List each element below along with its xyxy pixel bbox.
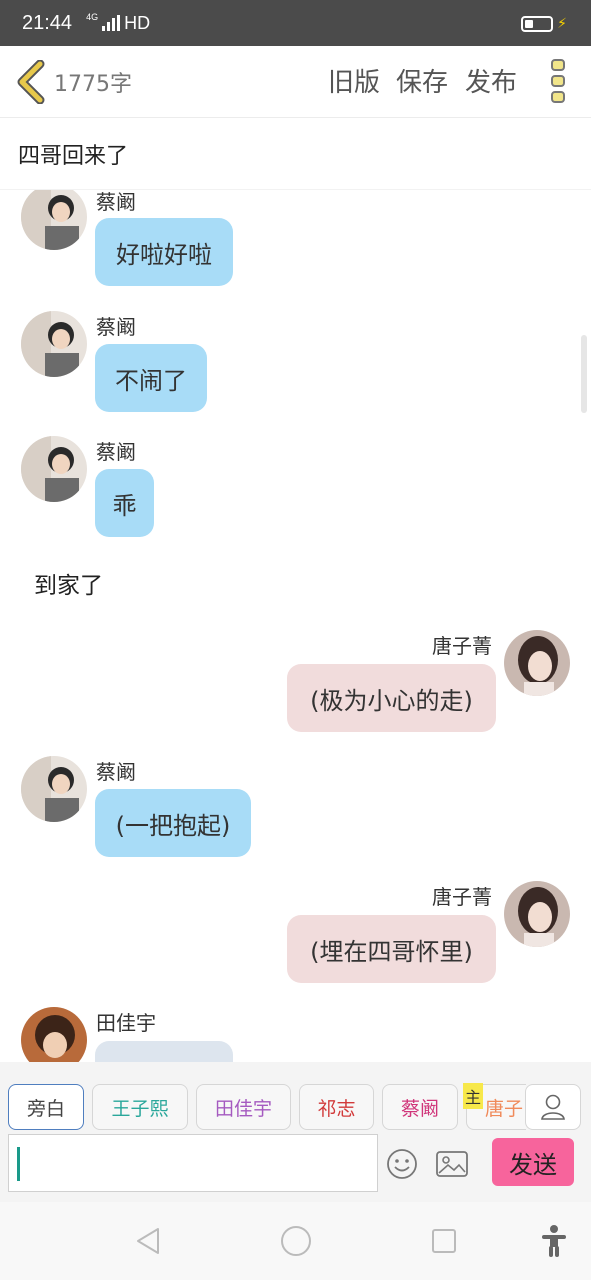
send-button[interactable]: 发送 — [492, 1138, 574, 1186]
save-button[interactable]: 保存 — [396, 62, 448, 99]
network-type: 4G — [86, 12, 99, 22]
message-bubble[interactable]: 乖 — [95, 469, 154, 537]
sender-name: 蔡阚 — [96, 760, 136, 784]
accessibility-button[interactable] — [540, 1224, 568, 1262]
circle-home-icon — [281, 1226, 311, 1256]
back-chevron-icon — [17, 59, 45, 105]
add-character-button[interactable] — [525, 1084, 581, 1130]
character-chip-wangzixi[interactable]: 王子熙 — [92, 1084, 188, 1130]
status-bar: 21:44 4G HD ⚡ — [0, 0, 591, 46]
character-chip-narrator[interactable]: 旁白 — [8, 1084, 84, 1130]
top-bar: 1775字 旧版 保存 发布 — [0, 46, 591, 118]
image-button[interactable] — [436, 1151, 468, 1181]
chip-label: 旁白 — [26, 1097, 65, 1120]
character-chip-tianjiayu[interactable]: 田佳宇 — [196, 1084, 291, 1130]
hd-label: HD — [124, 12, 151, 33]
message-bubble[interactable]: 好啦好啦 — [95, 218, 233, 286]
chapter-title[interactable]: 四哥回来了 — [0, 118, 591, 190]
battery-icon: ⚡ — [521, 16, 567, 32]
accessibility-icon — [542, 1225, 566, 1257]
network-indicator: 4G HD — [86, 12, 151, 34]
avatar-caikan[interactable] — [21, 436, 87, 502]
avatar-caikan[interactable] — [21, 311, 87, 377]
chip-label: 祁志 — [317, 1097, 356, 1120]
sender-name: 唐子菁 — [432, 885, 492, 909]
square-recents-icon — [432, 1229, 456, 1253]
host-badge: 主 — [463, 1083, 483, 1109]
more-icon — [551, 59, 565, 103]
avatar-tangzijing[interactable] — [504, 881, 570, 947]
old-version-button[interactable]: 旧版 — [328, 62, 380, 99]
composer-panel: 旁白 王子熙 田佳宇 祁志 蔡阚 唐子 主 发送 — [0, 1062, 591, 1202]
person-icon — [541, 1094, 565, 1120]
nav-home-button[interactable] — [280, 1225, 312, 1261]
word-count: 1775字 — [54, 72, 132, 97]
avatar-tianjiayu[interactable] — [21, 1007, 87, 1062]
sender-name: 田佳宇 — [96, 1011, 156, 1035]
message-bubble[interactable] — [95, 1041, 233, 1062]
emoji-icon — [387, 1149, 417, 1179]
text-caret — [17, 1147, 20, 1181]
chip-label: 唐子 — [485, 1097, 524, 1120]
message-bubble[interactable]: (一把抱起) — [95, 789, 251, 857]
message-bubble[interactable]: (埋在四哥怀里) — [287, 915, 496, 983]
message-bubble[interactable]: 不闹了 — [95, 344, 207, 412]
publish-button[interactable]: 发布 — [465, 62, 517, 99]
sender-name: 蔡阚 — [96, 440, 136, 464]
narration-text[interactable]: 到家了 — [34, 566, 103, 600]
image-icon — [436, 1151, 468, 1177]
avatar-caikan[interactable] — [21, 756, 87, 822]
chat-area[interactable]: 蔡阚 好啦好啦 蔡阚 不闹了 蔡阚 乖 到家了 唐子菁 (极为小心的走) 蔡阚 … — [0, 190, 591, 1062]
avatar-tangzijing[interactable] — [504, 630, 570, 696]
message-bubble[interactable]: (极为小心的走) — [287, 664, 496, 732]
chip-label: 王子熙 — [111, 1097, 169, 1120]
chip-label: 田佳宇 — [214, 1097, 272, 1120]
nav-back-button[interactable] — [134, 1226, 162, 1260]
signal-icon — [102, 15, 121, 31]
character-chip-caikan[interactable]: 蔡阚 — [382, 1084, 458, 1130]
chip-label: 蔡阚 — [400, 1097, 439, 1120]
more-menu-button[interactable] — [548, 58, 570, 106]
scrollbar[interactable] — [581, 335, 587, 413]
triangle-back-icon — [137, 1228, 159, 1254]
avatar-caikan[interactable] — [21, 190, 87, 250]
emoji-button[interactable] — [386, 1148, 418, 1184]
sender-name: 蔡阚 — [96, 315, 136, 339]
message-input[interactable] — [8, 1134, 378, 1192]
system-nav-bar — [0, 1202, 591, 1280]
sender-name: 唐子菁 — [432, 634, 492, 658]
status-time: 21:44 — [22, 11, 73, 34]
nav-recents-button[interactable] — [431, 1228, 457, 1258]
back-button[interactable] — [14, 59, 48, 105]
character-chip-qizhi[interactable]: 祁志 — [299, 1084, 374, 1130]
sender-name: 蔡阚 — [96, 190, 136, 214]
